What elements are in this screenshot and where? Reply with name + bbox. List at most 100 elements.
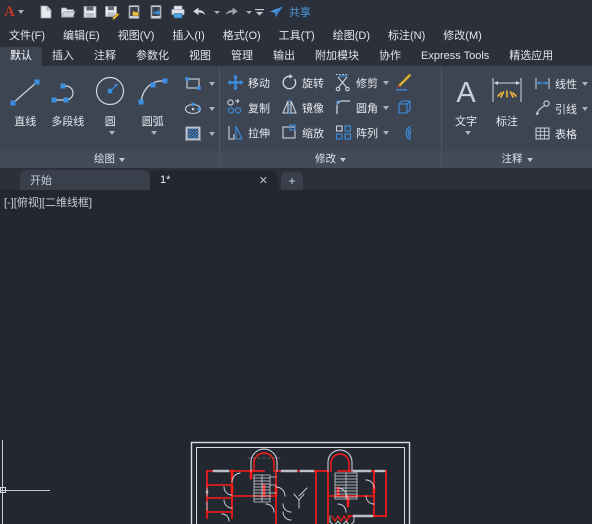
leader-button-label[interactable]: 引线: [555, 101, 577, 117]
chevron-down-icon[interactable]: [151, 131, 158, 135]
chevron-down-icon[interactable]: [119, 157, 125, 162]
chevron-down-icon[interactable]: [209, 106, 215, 111]
trim-button-label[interactable]: 修剪: [356, 75, 378, 91]
file-tab-start[interactable]: 开始: [20, 170, 150, 190]
chevron-down-icon[interactable]: [108, 131, 115, 135]
ellipse-icon: [182, 98, 204, 120]
redo-dropdown-button[interactable]: [243, 1, 253, 23]
menu-item-tools[interactable]: 工具(T): [270, 25, 324, 46]
redo-button[interactable]: [221, 1, 243, 23]
mirror-icon[interactable]: [278, 97, 300, 119]
linear-dimension-button[interactable]: 线性: [531, 71, 588, 96]
drawing-canvas[interactable]: [-][俯视][二维线框]: [0, 190, 592, 524]
fillet-icon[interactable]: [332, 97, 354, 119]
save-as-button[interactable]: [101, 1, 123, 23]
ribbon-tab-collaborate[interactable]: 协作: [369, 47, 411, 66]
trim-scissors-icon[interactable]: [332, 72, 354, 94]
chevron-down-icon[interactable]: [464, 131, 471, 135]
polyline-button-label: 多段线: [51, 116, 85, 128]
chevron-down-icon[interactable]: [383, 130, 389, 135]
scale-button-label[interactable]: 缩放: [302, 125, 324, 141]
chevron-down-icon[interactable]: [209, 81, 215, 86]
menu-item-modify[interactable]: 修改(M): [434, 25, 491, 46]
undo-dropdown-button[interactable]: [211, 1, 221, 23]
chevron-down-icon[interactable]: [526, 157, 533, 162]
autocad-logo-button[interactable]: A: [4, 4, 24, 20]
chevron-down-icon[interactable]: [340, 157, 346, 162]
viewport-label[interactable]: [-][俯视][二维线框]: [4, 194, 92, 210]
polyline-button[interactable]: 多段线: [47, 69, 90, 129]
chevron-down-icon[interactable]: [582, 81, 588, 86]
array-button-label[interactable]: 阵列: [356, 125, 378, 141]
menu-item-dimension[interactable]: 标注(N): [379, 25, 434, 46]
mirror-button-label[interactable]: 镜像: [302, 100, 324, 116]
stretch-button-label[interactable]: 拉伸: [248, 125, 270, 141]
hatch-button[interactable]: [182, 121, 215, 146]
circle-button[interactable]: 圆: [89, 69, 132, 135]
arc-button[interactable]: 圆弧: [132, 69, 175, 135]
chevron-down-icon[interactable]: [383, 105, 389, 110]
ribbon-tab-output[interactable]: 输出: [263, 47, 305, 66]
ribbon-tab-manage[interactable]: 管理: [221, 47, 263, 66]
ellipse-button[interactable]: [182, 96, 215, 121]
ribbon-tab-annotate[interactable]: 注释: [84, 47, 126, 66]
menu-item-insert[interactable]: 插入(I): [163, 25, 213, 46]
stretch-icon[interactable]: [224, 122, 246, 144]
move-icon[interactable]: [224, 72, 246, 94]
plot-button[interactable]: [167, 1, 189, 23]
open-file-button[interactable]: [57, 1, 79, 23]
table-button-label[interactable]: 表格: [555, 126, 577, 142]
linear-button-label[interactable]: 线性: [555, 76, 577, 92]
close-icon[interactable]: ✕: [259, 174, 268, 187]
undo-button[interactable]: [189, 1, 211, 23]
move-button-label[interactable]: 移动: [248, 75, 270, 91]
annotation-panel-label-text: 注释: [501, 153, 523, 165]
chevron-down-icon[interactable]: [582, 106, 588, 111]
copy-button-label[interactable]: 复制: [248, 100, 270, 116]
open-from-web-button[interactable]: [123, 1, 145, 23]
ribbon-tab-featured-apps[interactable]: 精选应用: [499, 47, 563, 66]
new-file-button[interactable]: [35, 1, 57, 23]
floor-plan-drawing[interactable]: [188, 440, 414, 524]
share-label[interactable]: 共享: [289, 4, 311, 20]
chevron-down-icon[interactable]: [209, 131, 215, 136]
fillet-button-label[interactable]: 圆角: [356, 100, 378, 116]
save-button[interactable]: [79, 1, 101, 23]
line-button[interactable]: 直线: [4, 69, 47, 129]
scale-icon[interactable]: [278, 122, 300, 144]
explode-button[interactable]: [393, 95, 415, 120]
rotate-icon[interactable]: [278, 72, 300, 94]
save-to-web-button[interactable]: [145, 1, 167, 23]
annotation-panel-label[interactable]: 注释: [442, 151, 592, 168]
share-button[interactable]: [267, 1, 287, 23]
array-icon[interactable]: [332, 122, 354, 144]
ribbon-tab-express-tools[interactable]: Express Tools: [411, 47, 499, 66]
new-tab-button[interactable]: +: [281, 172, 303, 190]
match-properties-button[interactable]: [393, 70, 415, 95]
file-tab-drawing1[interactable]: 1* ✕: [150, 170, 278, 190]
menu-item-format[interactable]: 格式(O): [214, 25, 270, 46]
ribbon-tab-view[interactable]: 视图: [179, 47, 221, 66]
text-button[interactable]: A 文字: [446, 69, 486, 135]
ribbon-tab-parametric[interactable]: 参数化: [126, 47, 179, 66]
rectangle-button[interactable]: [182, 71, 215, 96]
offset-button[interactable]: [393, 120, 415, 145]
chevron-down-icon[interactable]: [383, 80, 389, 85]
menu-item-file[interactable]: 文件(F): [0, 25, 54, 46]
rotate-button-label[interactable]: 旋转: [302, 75, 324, 91]
modify-panel-label[interactable]: 修改: [220, 151, 441, 168]
menu-item-view[interactable]: 视图(V): [109, 25, 164, 46]
leader-button[interactable]: 引线: [531, 96, 588, 121]
menu-item-edit[interactable]: 编辑(E): [54, 25, 109, 46]
chevron-down-icon[interactable]: [17, 10, 24, 14]
menu-item-draw[interactable]: 绘图(D): [324, 25, 379, 46]
ribbon-tab-addins[interactable]: 附加模块: [305, 47, 369, 66]
copy-icon[interactable]: [224, 97, 246, 119]
chevron-down-icon: [246, 10, 253, 14]
table-button[interactable]: 表格: [531, 121, 588, 146]
customize-qat-button[interactable]: [253, 1, 267, 23]
ribbon-tab-insert[interactable]: 插入: [42, 47, 84, 66]
ribbon-tab-home[interactable]: 默认: [0, 47, 42, 66]
dimension-button[interactable]: 标注: [486, 69, 528, 129]
draw-panel-label[interactable]: 绘图: [0, 151, 219, 168]
